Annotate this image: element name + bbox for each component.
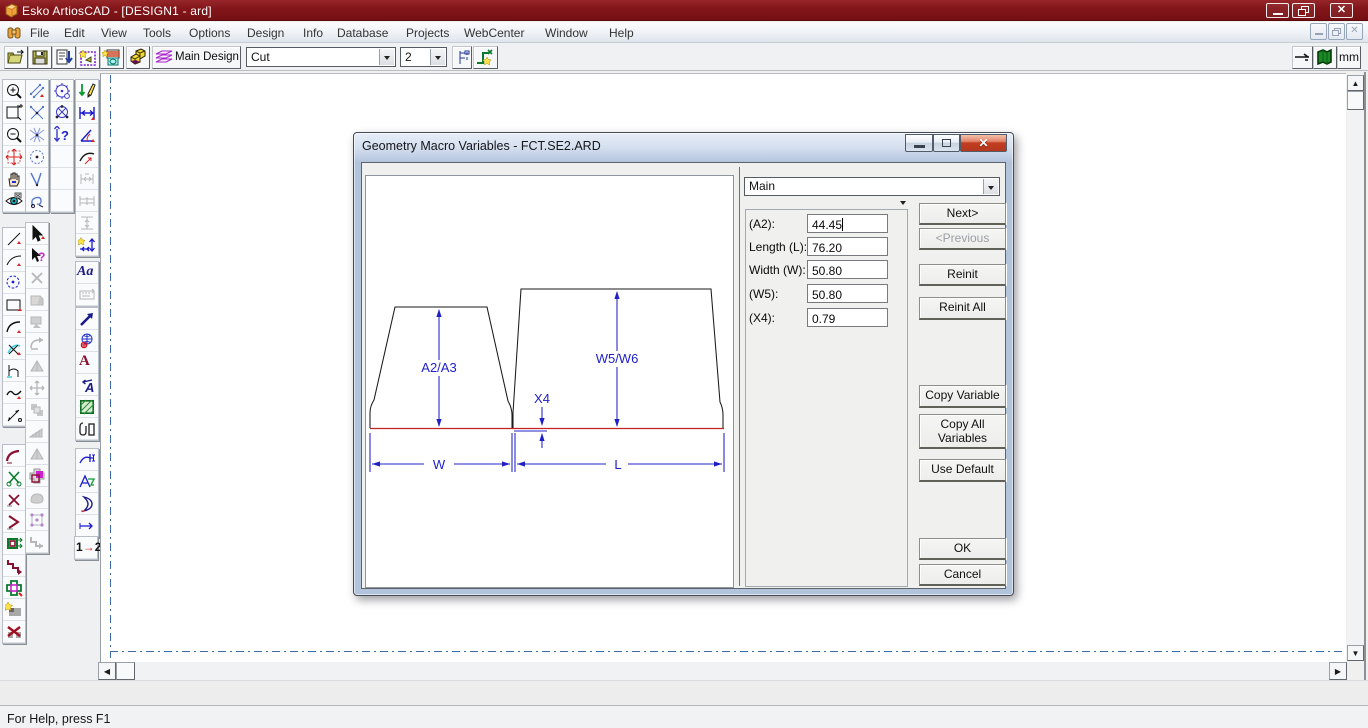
svg-text:L: L: [614, 457, 621, 472]
svg-text:W5/W6: W5/W6: [596, 351, 639, 366]
svg-text:X4: X4: [534, 391, 550, 406]
svg-text:?: ?: [61, 128, 69, 143]
svg-text:?: ?: [38, 250, 45, 264]
svg-text:A2/A3: A2/A3: [421, 360, 456, 375]
svg-text:W: W: [433, 457, 446, 472]
